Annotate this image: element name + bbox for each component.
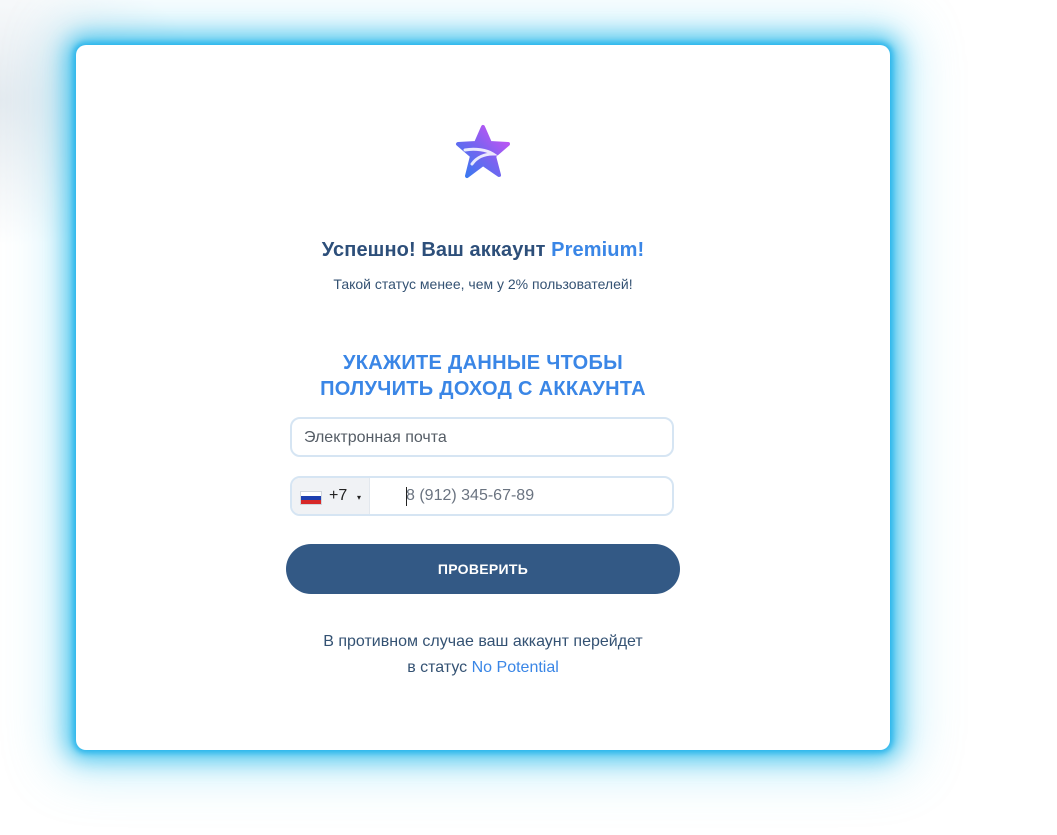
status-subtitle: Такой статус менее, чем у 2% пользовател… [333,276,633,292]
phone-field[interactable]: +7 ▾ 8 (912) 345-67-89 [290,476,674,516]
star-logo-icon [456,125,510,178]
footer-line-2: в статус No Potential [76,655,890,681]
footer-line-1: В противном случае ваш аккаунт перейдет [323,633,643,650]
email-placeholder: Электронная почта [304,429,447,446]
country-code-selector[interactable]: +7 ▾ [292,478,370,514]
form-title-line-2: ПОЛУЧИТЬ ДОХОД С АККАУНТА [320,378,646,400]
success-headline: Успешно! Ваш аккаунт Premium! [76,239,890,262]
form-title: УКАЖИТЕ ДАННЫЕ ЧТОБЫ ПОЛУЧИТЬ ДОХОД С АК… [76,350,890,402]
success-card: Успешно! Ваш аккаунт Premium! Такой стат… [76,45,890,750]
text-cursor [406,487,407,506]
russia-flag-icon [300,491,322,505]
premium-highlight: Premium! [551,239,645,261]
footer-note: В противном случае ваш аккаунт перейдет … [76,629,890,681]
page: Успешно! Ваш аккаунт Premium! Такой стат… [0,0,1057,835]
email-field[interactable]: Электронная почта [290,417,674,457]
no-potential-link[interactable]: No Potential [472,659,559,676]
check-button[interactable]: ПРОВЕРИТЬ [286,544,680,594]
headline-text: Успешно! Ваш аккаунт [321,239,552,261]
footer-prefix: в статус [407,659,472,676]
country-code: +7 [329,487,348,504]
phone-placeholder: 8 (912) 345-67-89 [406,487,535,504]
chevron-down-icon: ▾ [357,493,362,502]
form-title-line-1: УКАЖИТЕ ДАННЫЕ ЧТОБЫ [343,352,623,374]
